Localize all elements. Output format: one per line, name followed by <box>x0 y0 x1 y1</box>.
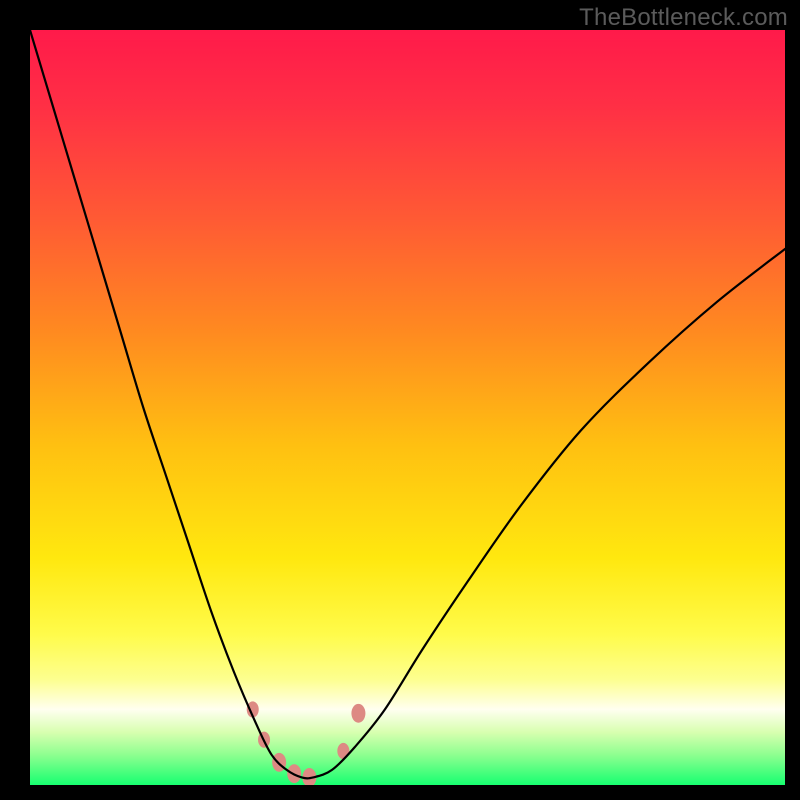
watermark: TheBottleneck.com <box>579 4 788 32</box>
plot-area <box>30 30 785 785</box>
chart-frame: TheBottleneck.com <box>0 0 800 800</box>
gradient-background <box>30 30 785 785</box>
